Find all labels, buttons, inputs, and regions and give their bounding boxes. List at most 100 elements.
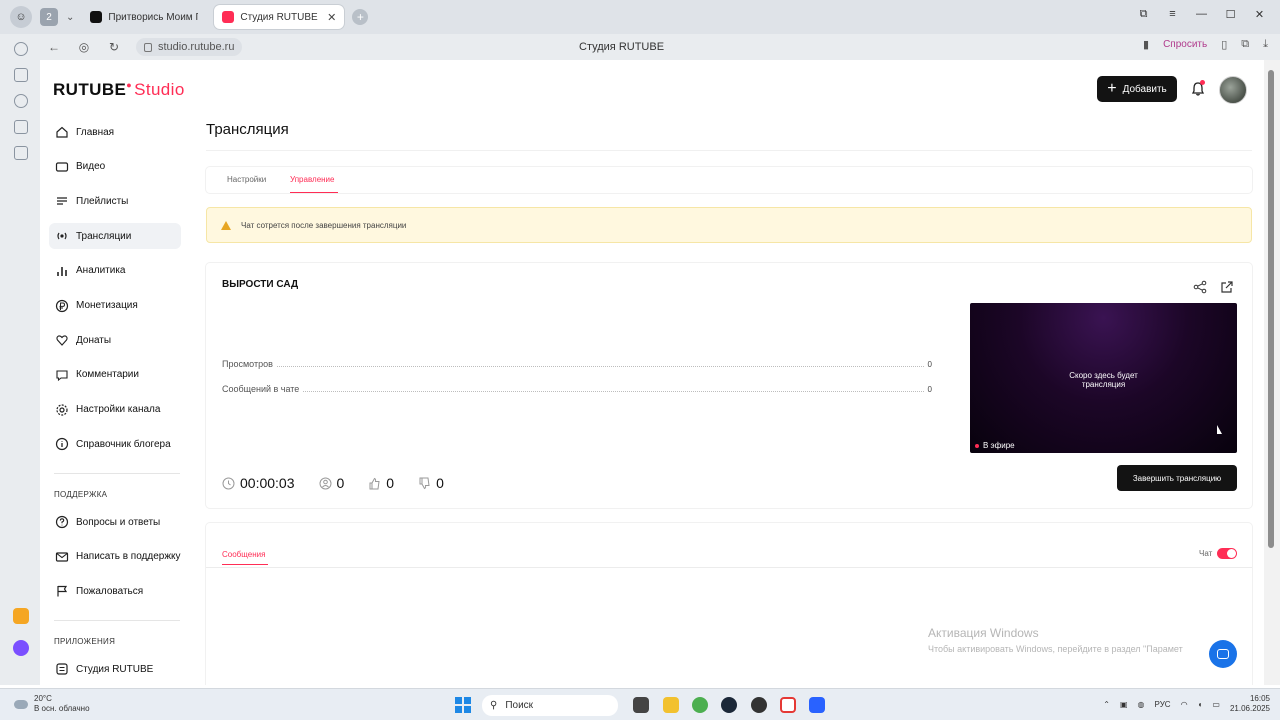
sidebar-item-channel-settings[interactable]: Настройки канала (49, 397, 181, 423)
start-button[interactable] (455, 697, 471, 713)
metric-likes: 0 (368, 475, 394, 491)
url-field[interactable]: studio.rutube.ru (136, 38, 243, 56)
sidebar-item-label: Справочник блогера (76, 438, 171, 450)
reload-icon[interactable]: ↻ (104, 40, 124, 54)
home-icon (55, 125, 69, 139)
app-icon[interactable] (809, 697, 825, 713)
sidebar-item-write-support[interactable]: Написать в поддержку (49, 544, 181, 570)
sidebar-item-comments[interactable]: Комментарии (49, 362, 181, 388)
sidebar-item-video[interactable]: Видео (49, 154, 181, 180)
tab-management[interactable]: Управление (290, 175, 334, 184)
weather-widget[interactable]: 20°C В осн. облачно (14, 694, 90, 714)
sidebar-item-playlists[interactable]: Плейлисты (49, 188, 181, 214)
add-button-label: Добавить (1122, 83, 1167, 95)
panel-app-icon[interactable] (14, 120, 28, 134)
sidebar-item-label: Пожаловаться (76, 585, 144, 597)
file-explorer-icon[interactable] (663, 697, 679, 713)
stat-value: 0 (927, 384, 932, 394)
battery-icon[interactable]: ▭ (1212, 700, 1220, 709)
sidebar-item-home[interactable]: Главная (49, 119, 181, 145)
chat-toggle[interactable] (1217, 548, 1237, 559)
stat-label: Просмотров (222, 359, 273, 369)
task-view-icon[interactable] (633, 697, 649, 713)
bookmark-icon[interactable]: ▮ (1143, 38, 1149, 51)
player-text-line2: трансляция (1081, 380, 1126, 389)
tab-title: Студия RUTUBE (240, 11, 318, 23)
external-link-icon[interactable] (1220, 280, 1234, 294)
browser-tab-1[interactable]: Притворись Моим Па... (82, 5, 206, 29)
wifi-icon[interactable]: ◠ (1181, 700, 1188, 709)
tab-underline (290, 192, 338, 193)
play-icon[interactable] (14, 94, 28, 108)
panel-app-icon[interactable] (14, 146, 28, 160)
chevron-down-icon[interactable]: ⌄ (66, 12, 74, 23)
mail-icon (55, 550, 69, 564)
sidebar-item-analytics[interactable]: Аналитика (49, 258, 181, 284)
tab-settings[interactable]: Настройки (227, 175, 266, 184)
clock[interactable]: 16:05 21.06.2025 (1230, 694, 1270, 714)
volume-icon[interactable]: ◖ (1198, 700, 1203, 709)
tray-app-icon[interactable]: ▣ (1120, 700, 1128, 709)
tab-count-badge[interactable]: 2 (40, 8, 58, 26)
tab-messages[interactable]: Сообщения (222, 550, 265, 559)
notifications-bell-icon[interactable] (1190, 80, 1206, 97)
download-icon[interactable]: ⤓ (1263, 38, 1268, 51)
question-icon (55, 515, 69, 529)
add-button[interactable]: + Добавить (1097, 76, 1177, 102)
close-window-button[interactable]: ✕ (1245, 8, 1274, 21)
browser-tab-2[interactable]: Студия RUTUBE ✕ (214, 5, 345, 29)
sidebar-item-report[interactable]: Пожаловаться (49, 578, 181, 604)
browser-profile-icon[interactable]: ☺ (10, 6, 32, 28)
taskbar-search[interactable]: ⚲ Поиск (482, 695, 618, 716)
bookmarks-icon[interactable] (14, 68, 28, 82)
utorrent-icon[interactable] (692, 697, 708, 713)
windows-activation-watermark: Активация Windows Чтобы активировать Win… (928, 626, 1183, 654)
minimize-button[interactable]: — (1187, 8, 1216, 20)
close-icon[interactable]: ✕ (327, 11, 336, 24)
mail-app-icon[interactable] (13, 608, 29, 624)
chat-alert: Чат сотрется после завершения трансляции (206, 207, 1252, 243)
finish-stream-button[interactable]: Завершить трансляцию (1117, 465, 1237, 491)
warning-icon (221, 220, 231, 230)
sidebar-item-label: Настройки канала (76, 404, 161, 416)
scrollbar-thumb[interactable] (1268, 70, 1274, 548)
help-chat-button[interactable] (1209, 640, 1237, 668)
bookmark-manager-icon[interactable]: ⧉ (1129, 8, 1158, 21)
likes-value: 0 (386, 475, 395, 491)
stream-preview-player[interactable]: Скоро здесь будет трансляция В эфире (970, 303, 1237, 453)
history-icon[interactable] (14, 42, 28, 56)
watermark-text: Чтобы активировать Windows, перейдите в … (928, 644, 1183, 654)
sidebar-item-faq[interactable]: Вопросы и ответы (49, 509, 181, 535)
support-section-label: ПОДДЕРЖКА (54, 490, 108, 499)
language-indicator[interactable]: РУС (1155, 700, 1171, 709)
sidebar-item-broadcasts[interactable]: Трансляции (49, 223, 181, 250)
stream-metrics: 00:00:03 0 0 0 (222, 475, 468, 491)
share-icon[interactable] (1193, 280, 1207, 294)
app-icon[interactable] (751, 697, 767, 713)
collections-icon[interactable]: ⧉ (1241, 38, 1249, 51)
alice-icon[interactable] (13, 640, 29, 656)
chevron-up-icon[interactable]: ⌃ (1103, 700, 1110, 709)
plus-icon: + (1107, 80, 1117, 97)
divider (54, 473, 180, 474)
sidebar-item-blogger-guide[interactable]: Справочник блогера (49, 431, 181, 457)
shield-icon[interactable]: ◎ (74, 40, 94, 54)
sidebar-item-label: Написать в поддержку (76, 551, 181, 563)
menu-icon[interactable]: ≡ (1158, 8, 1187, 20)
sidebar-item-donations[interactable]: Донаты (49, 327, 181, 353)
sidebar-item-label: Донаты (76, 334, 112, 346)
maximize-button[interactable]: ☐ (1216, 8, 1245, 21)
sidebar-toggle-icon[interactable]: ▯ (1221, 38, 1227, 51)
tray-app-icon[interactable]: ◍ (1138, 700, 1145, 709)
avatar[interactable] (1219, 76, 1247, 104)
sidebar-item-monetization[interactable]: Монетизация (49, 293, 181, 319)
sidebar-item-studio-app[interactable]: Студия RUTUBE (49, 656, 181, 682)
yandex-browser-icon[interactable] (780, 697, 796, 713)
chat-toggle-label: Чат (1199, 549, 1213, 558)
back-icon[interactable]: ← (44, 40, 64, 54)
steam-icon[interactable] (721, 697, 737, 713)
page-scrollbar[interactable] (1264, 60, 1280, 685)
rutube-studio-logo[interactable]: RUTUBE● Studio (53, 80, 185, 100)
ask-button[interactable]: Спросить (1163, 39, 1207, 50)
new-tab-button[interactable]: + (352, 9, 369, 25)
